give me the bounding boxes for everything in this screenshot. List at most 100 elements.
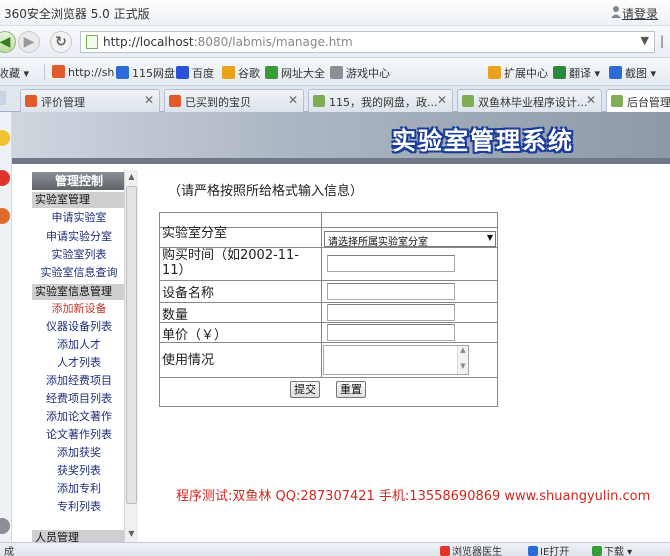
site-icon bbox=[169, 95, 181, 107]
banner-strip bbox=[12, 158, 670, 164]
unit-price-label: 单价（￥） bbox=[162, 328, 228, 343]
paw-icon bbox=[176, 66, 189, 79]
scrollbar-thumb[interactable] bbox=[126, 186, 137, 504]
tab-shuangyulin[interactable]: 双鱼林毕业程序设计... ✕ bbox=[457, 89, 602, 112]
usage-textarea[interactable]: ▲ ▼ bbox=[323, 345, 469, 375]
bookmark-label: 截图 bbox=[625, 67, 647, 80]
url-host: http://localhost bbox=[103, 35, 194, 49]
back-button[interactable]: ◀ bbox=[0, 31, 16, 53]
textarea-scrollbar[interactable]: ▲ ▼ bbox=[457, 346, 468, 374]
bookmark-label: 扩展中心 bbox=[504, 67, 548, 80]
purchase-time-input[interactable] bbox=[327, 255, 455, 272]
submit-button[interactable]: 提交 bbox=[290, 381, 320, 398]
menu-item-add-talent[interactable]: 添加人才 bbox=[32, 337, 126, 353]
scroll-up-icon[interactable]: ▲ bbox=[126, 171, 137, 183]
close-icon[interactable]: ✕ bbox=[288, 93, 298, 107]
browser-title: 360安全浏览器 5.0 正式版 bbox=[4, 7, 150, 21]
purchase-time-label: 购买时间（如2002-11-11） bbox=[162, 248, 300, 278]
menu-section-lab-info[interactable]: 实验室信息管理 bbox=[32, 284, 126, 300]
tab-admin[interactable]: 后台管理 bbox=[606, 89, 670, 113]
tab-115-disk[interactable]: 115，我的网盘，政... ✕ bbox=[308, 89, 453, 112]
page-icon bbox=[462, 95, 474, 107]
chevron-down-icon[interactable]: ▼ bbox=[641, 34, 649, 47]
menu-item-device-list[interactable]: 仪器设备列表 bbox=[32, 319, 126, 335]
tab-label: 已买到的宝贝 bbox=[185, 96, 251, 109]
lab-branch-select[interactable]: 请选择所属实验室分室 ▼ bbox=[324, 231, 496, 248]
menu-section-personnel[interactable]: 人员管理 bbox=[32, 530, 126, 542]
menu-item-talent-list[interactable]: 人才列表 bbox=[32, 355, 126, 371]
extension-icon bbox=[488, 66, 501, 79]
refresh-button[interactable]: ↻ bbox=[50, 31, 72, 53]
bookmarks-bar: 收藏 ▾ http://sh 115网盘 百度 谷歌 网址大全 游戏中心 扩展中… bbox=[0, 58, 670, 86]
menu-item-paper-list[interactable]: 论文著作列表 bbox=[32, 427, 126, 443]
divider bbox=[160, 280, 497, 281]
gamepad-icon bbox=[330, 66, 343, 79]
download-button[interactable]: 下载 ▾ bbox=[592, 543, 632, 556]
status-text: 成 bbox=[4, 547, 14, 556]
menu-item-lab-list[interactable]: 实验室列表 bbox=[32, 247, 126, 263]
menu-item-apply-lab[interactable]: 申请实验室 bbox=[32, 210, 126, 226]
menu-item-add-paper[interactable]: 添加论文著作 bbox=[32, 409, 126, 425]
translate-icon bbox=[553, 66, 566, 79]
screenshot-button[interactable]: 截图 ▾ bbox=[609, 65, 656, 81]
sidebar-toggle[interactable] bbox=[0, 91, 6, 105]
menu-item-apply-sublab[interactable]: 申请实验分室 bbox=[32, 229, 126, 245]
tab-label: 评价管理 bbox=[41, 96, 85, 109]
banner: 实验室管理系统 bbox=[12, 112, 670, 162]
menu-item-lab-query[interactable]: 实验室信息查询 bbox=[32, 265, 126, 281]
divider bbox=[160, 302, 497, 303]
address-bar[interactable]: http://localhost:8080/labmis/manage.htm … bbox=[80, 31, 655, 53]
status-label: IE打开 bbox=[540, 547, 570, 556]
quantity-input[interactable] bbox=[327, 304, 455, 321]
forward-button[interactable]: ▶ bbox=[18, 31, 40, 53]
menu-scrollbar[interactable]: ▲ ▼ bbox=[124, 170, 138, 542]
page-icon bbox=[611, 95, 623, 107]
favorites-label: 收藏 bbox=[0, 67, 20, 80]
close-icon[interactable]: ✕ bbox=[437, 93, 447, 107]
page-icon bbox=[313, 95, 325, 107]
app-icon[interactable] bbox=[0, 208, 10, 224]
tab-review-management[interactable]: 评价管理 ✕ bbox=[20, 89, 160, 112]
bookmark-games[interactable]: 游戏中心 bbox=[330, 65, 390, 81]
search-divider-icon: | bbox=[660, 34, 665, 48]
menu-item-fund-list[interactable]: 经费项目列表 bbox=[32, 391, 126, 407]
unit-price-input[interactable] bbox=[327, 324, 455, 341]
close-icon[interactable]: ✕ bbox=[586, 93, 596, 107]
login-link[interactable]: 请登录 bbox=[622, 5, 658, 22]
divider bbox=[321, 213, 322, 377]
weibo-icon[interactable] bbox=[0, 170, 10, 186]
translate-button[interactable]: 翻译 ▾ bbox=[553, 65, 600, 81]
reset-button[interactable]: 重置 bbox=[336, 381, 366, 398]
url-text[interactable]: http://localhost:8080/labmis/manage.htm bbox=[103, 35, 353, 49]
divider bbox=[160, 377, 497, 378]
menu-item-add-patent[interactable]: 添加专利 bbox=[32, 481, 126, 497]
device-name-input[interactable] bbox=[327, 283, 455, 300]
status-label: 浏览器医生 bbox=[452, 547, 502, 556]
favorites-button[interactable]: 收藏 ▾ bbox=[0, 65, 29, 81]
bookmark-sh[interactable]: http://sh bbox=[52, 65, 114, 79]
banner-title: 实验室管理系统 bbox=[392, 127, 574, 155]
bookmark-directory[interactable]: 网址大全 bbox=[265, 65, 325, 81]
menu-item-add-award[interactable]: 添加获奖 bbox=[32, 445, 126, 461]
bookmark-google[interactable]: 谷歌 bbox=[222, 65, 260, 81]
star-icon[interactable] bbox=[0, 130, 10, 146]
bookmark-115[interactable]: 115网盘 bbox=[116, 65, 175, 81]
menu-header: 管理控制 bbox=[32, 172, 126, 190]
extension-center-button[interactable]: 扩展中心 bbox=[488, 65, 548, 81]
menu-item-add-device[interactable]: 添加新设备 bbox=[32, 301, 126, 317]
bookmark-baidu[interactable]: 百度 bbox=[176, 65, 214, 81]
browser-doctor-button[interactable]: 浏览器医生 bbox=[440, 543, 502, 556]
menu-item-award-list[interactable]: 获奖列表 bbox=[32, 463, 126, 479]
menu-section-lab[interactable]: 实验室管理 bbox=[32, 192, 126, 208]
scissors-icon bbox=[609, 66, 622, 79]
scroll-down-icon[interactable]: ▼ bbox=[126, 528, 137, 540]
close-icon[interactable]: ✕ bbox=[144, 93, 154, 107]
ie-open-button[interactable]: IE打开 bbox=[528, 543, 569, 556]
lab-branch-label: 实验室分室 bbox=[162, 226, 228, 241]
gear-icon[interactable] bbox=[0, 518, 10, 534]
tab-strip: 评价管理 ✕ 已买到的宝贝 ✕ 115，我的网盘，政... ✕ 双鱼林毕业程序设… bbox=[0, 86, 670, 113]
tab-purchased-items[interactable]: 已买到的宝贝 ✕ bbox=[164, 89, 304, 112]
menu-item-patent-list[interactable]: 专利列表 bbox=[32, 499, 126, 515]
tab-label: 后台管理 bbox=[627, 96, 670, 109]
menu-item-add-fund[interactable]: 添加经费项目 bbox=[32, 373, 126, 389]
